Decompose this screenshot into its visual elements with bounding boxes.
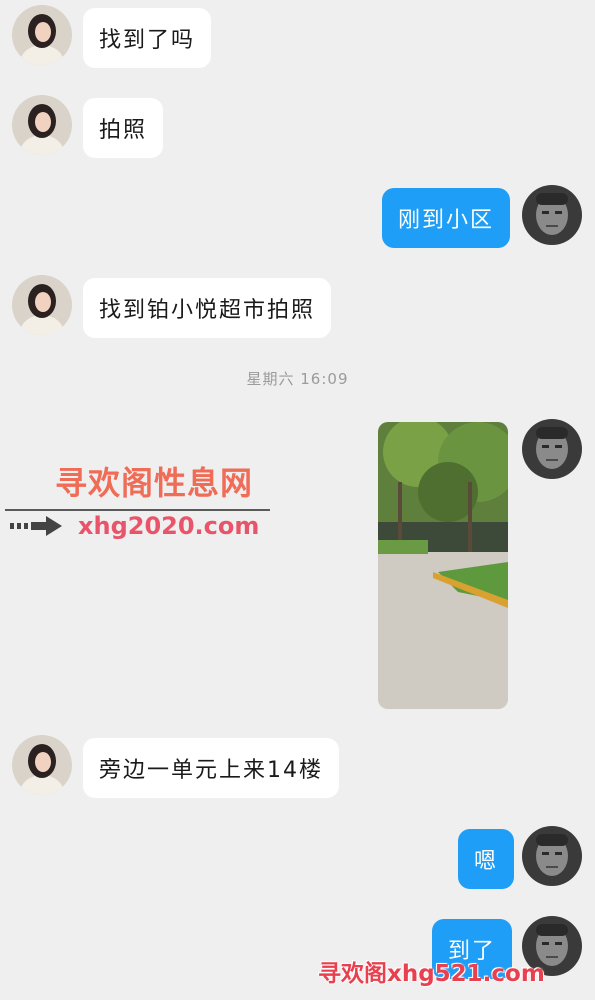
male-avatar-icon[interactable] [522, 419, 582, 479]
timestamp: 星期六 16:09 [246, 370, 349, 388]
watermark-divider [5, 509, 270, 511]
message-bubble[interactable]: 嗯 [458, 829, 515, 889]
watermark-site: xhg2020.com [78, 512, 260, 540]
female-avatar-icon[interactable] [12, 735, 72, 795]
message-bubble[interactable]: 刚到小区 [382, 188, 511, 248]
female-avatar-icon[interactable] [12, 275, 72, 335]
male-avatar-icon[interactable] [522, 185, 582, 245]
watermark-bottom: 寻欢阁xhg521.com [318, 961, 545, 987]
arrow-right-icon [10, 516, 62, 536]
male-avatar-icon[interactable] [522, 826, 582, 886]
message-bubble[interactable]: 找到铂小悦超市拍照 [83, 278, 332, 338]
photo-message[interactable] [378, 422, 508, 709]
watermark-title: 寻欢阁性息网 [55, 464, 254, 502]
message-bubble[interactable]: 旁边一单元上来14楼 [83, 738, 339, 798]
message-bubble[interactable]: 拍照 [83, 98, 164, 158]
female-avatar-icon[interactable] [12, 5, 72, 65]
chat-window: 找到了吗 拍照 刚到小区 找到铂小悦超市拍照 星期六 16:09 寻欢阁性息网 … [0, 0, 595, 1000]
message-bubble[interactable]: 找到了吗 [83, 8, 212, 68]
female-avatar-icon[interactable] [12, 95, 72, 155]
